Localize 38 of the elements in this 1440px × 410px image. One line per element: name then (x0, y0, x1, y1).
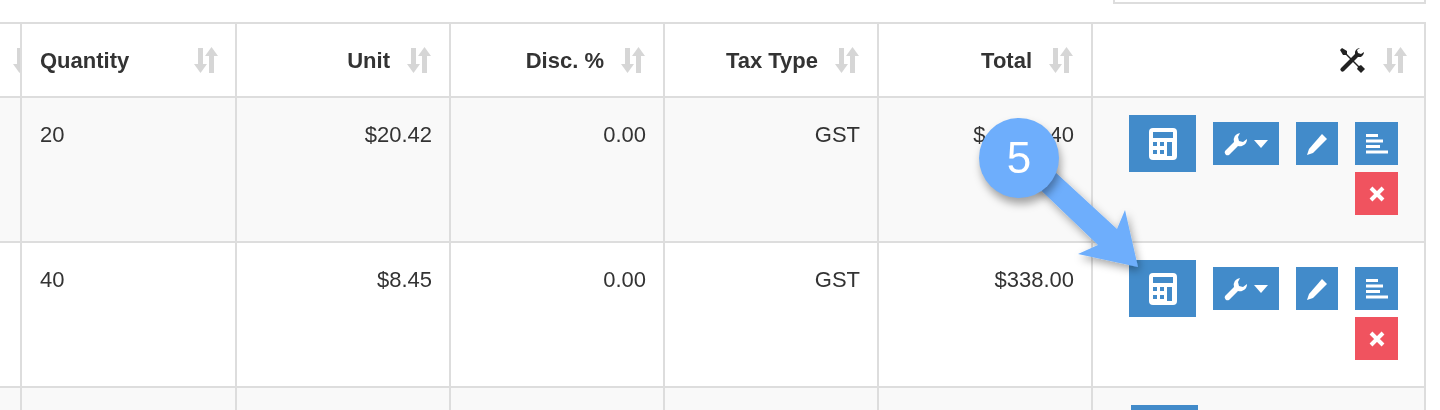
edit-button[interactable] (1296, 122, 1338, 165)
calculator-icon (1147, 126, 1178, 161)
align-left-icon (1365, 133, 1388, 154)
table-cell: $20.42 (237, 98, 451, 243)
wrench-icon (1224, 276, 1248, 301)
table-cell: GST (665, 98, 879, 243)
caret-icon (1254, 139, 1268, 148)
column-header[interactable]: Disc. % (525, 43, 604, 77)
close-icon (1368, 330, 1385, 347)
calculator-button[interactable] (1129, 115, 1196, 172)
table-cell: 0.00 (451, 98, 665, 243)
pencil-icon (1306, 277, 1328, 300)
table-cell: GST (665, 243, 879, 388)
wrench-icon (1224, 131, 1248, 156)
align-left-icon (1365, 278, 1388, 299)
column-header[interactable]: Unit (347, 43, 390, 77)
wrench-dropdown-button[interactable] (1213, 122, 1279, 165)
pencil-icon (1306, 132, 1328, 155)
calculator-icon (1147, 271, 1178, 306)
table-cell: $338.00 (879, 243, 1093, 388)
details-button[interactable] (1355, 267, 1398, 310)
caret-icon (1254, 284, 1268, 293)
wrench-dropdown-button[interactable] (1213, 267, 1279, 310)
table-cell: 20 (22, 98, 237, 243)
table-cell: $8.45 (237, 243, 451, 388)
calculator-button[interactable] (1129, 260, 1196, 317)
delete-button[interactable] (1355, 317, 1398, 360)
column-header[interactable]: Quantity (40, 43, 130, 77)
close-icon (1368, 185, 1385, 202)
column-header[interactable]: Total (981, 43, 1032, 77)
edit-button[interactable] (1296, 267, 1338, 310)
table-cell: 40 (22, 243, 237, 388)
table-cell: 0.00 (451, 243, 665, 388)
tools-icon (1338, 46, 1366, 74)
column-header[interactable]: Tax Type (725, 43, 818, 77)
delete-button[interactable] (1355, 172, 1398, 215)
input-field[interactable] (1113, 0, 1426, 4)
details-button[interactable] (1355, 122, 1398, 165)
